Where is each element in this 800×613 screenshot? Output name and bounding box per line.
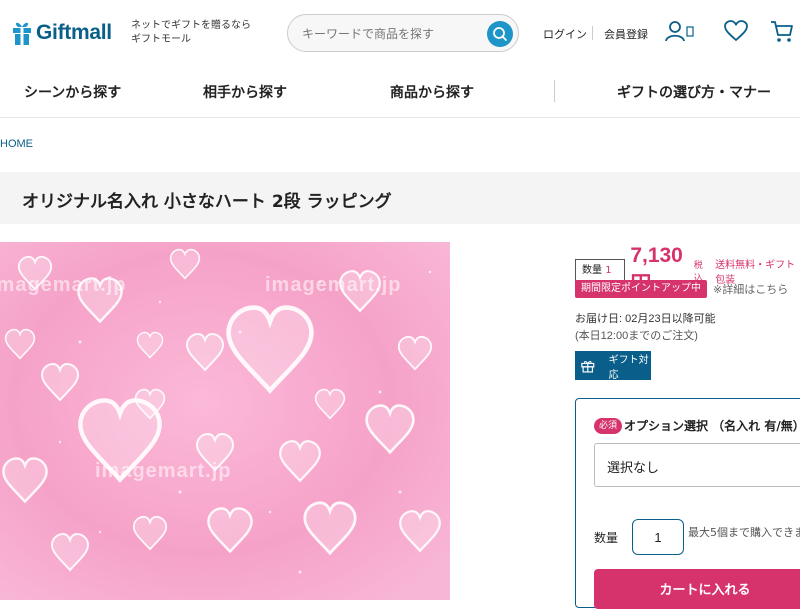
gift-icon bbox=[581, 360, 595, 373]
nav-item-guide[interactable]: ギフトの選び方・マナー bbox=[617, 82, 771, 102]
quantity-label: 数量 bbox=[594, 531, 619, 545]
option-label: オプション選択 （名入れ 有/無） bbox=[624, 419, 800, 433]
heart-icon[interactable] bbox=[724, 20, 748, 46]
search-button[interactable] bbox=[487, 21, 513, 47]
logo[interactable]: Giftmall bbox=[12, 20, 112, 46]
tagline-line-2: ギフトモール bbox=[131, 34, 191, 45]
option-select[interactable]: 選択なし bbox=[594, 443, 800, 487]
order-box: 必須 オプション選択 （名入れ 有/無） 選択なし 数量 最大5個まで購入できま… bbox=[575, 398, 800, 609]
nav-item-scene[interactable]: シーンから探す bbox=[24, 82, 121, 102]
search-input[interactable] bbox=[302, 25, 482, 43]
watermark-text: imagemart.jp bbox=[0, 274, 127, 296]
watermark-text: imagemart.jp bbox=[265, 274, 402, 296]
nav-item-product[interactable]: 商品から探す bbox=[390, 82, 474, 102]
breadcrumb: HOME bbox=[0, 138, 33, 150]
login-link[interactable]: ログイン bbox=[543, 26, 587, 42]
gift-button[interactable]: ギフト対応 bbox=[575, 351, 651, 381]
search-box bbox=[287, 14, 519, 52]
breadcrumb-home[interactable]: HOME bbox=[0, 138, 33, 150]
ship-date: お届け日: 02月23日以降可能 bbox=[575, 313, 716, 325]
qty-number: 1 bbox=[605, 265, 612, 276]
search-icon bbox=[493, 27, 507, 41]
tagline: ネットでギフトを贈るなら ギフトモール bbox=[131, 19, 251, 47]
required-badge: 必須 bbox=[594, 418, 623, 434]
tagline-line-1: ネットでギフトを贈るなら bbox=[131, 20, 251, 31]
add-to-cart-button[interactable]: カートに入れる bbox=[594, 569, 800, 609]
user-icon[interactable] bbox=[665, 20, 695, 48]
logo-text: Giftmall bbox=[36, 21, 112, 44]
gift-button-label: ギフト対応 bbox=[608, 354, 649, 381]
product-title: オリジナル名入れ 小さなハート 2段 ラッピング bbox=[22, 192, 392, 212]
watermark-text: imagemart.jp bbox=[95, 460, 232, 482]
promo-badge: 期間限定ポイントアップ中 bbox=[575, 280, 707, 298]
qty-prefix: 数量 bbox=[582, 265, 602, 276]
gift-logo-icon bbox=[12, 20, 32, 46]
quantity-note: 最大5個まで購入できます bbox=[688, 526, 800, 539]
cart-icon[interactable] bbox=[770, 20, 794, 48]
register-link[interactable]: 会員登録 bbox=[604, 26, 648, 42]
header-divider bbox=[592, 26, 593, 40]
promo-row: 期間限定ポイントアップ中 ※詳細はこちら bbox=[575, 280, 788, 298]
promo-note[interactable]: ※詳細はこちら bbox=[713, 281, 788, 297]
nav-item-recipient[interactable]: 相手から探す bbox=[203, 82, 287, 102]
site-header: Giftmall ネットでギフトを贈るなら ギフトモール ログイン 会員登録 bbox=[0, 0, 800, 68]
ship-date-sub: (本日12:00までのご注文) bbox=[575, 330, 698, 342]
quantity-input[interactable] bbox=[632, 519, 684, 555]
title-bar: オリジナル名入れ 小さなハート 2段 ラッピング bbox=[0, 172, 800, 224]
product-image[interactable]: imagemart.jp imagemart.jp imagemart.jp bbox=[0, 242, 450, 600]
global-nav: シーンから探す 相手から探す 商品から探す ギフトの選び方・マナー bbox=[0, 68, 800, 118]
nav-divider bbox=[554, 80, 555, 102]
